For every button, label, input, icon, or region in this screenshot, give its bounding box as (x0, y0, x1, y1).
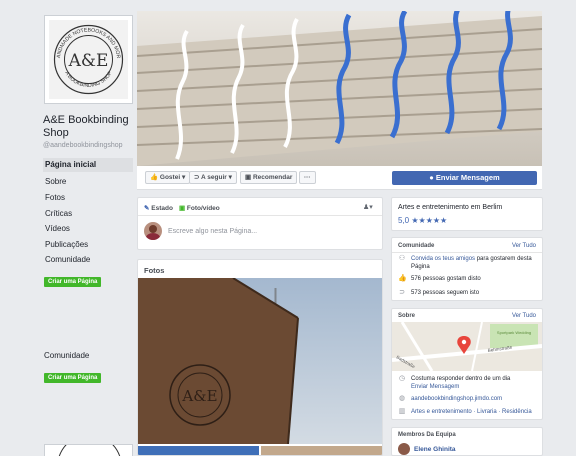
page-categories-link[interactable]: Artes e entretenimento · Livraria · Resi… (411, 408, 532, 416)
recommend-icon: ▣ (245, 174, 252, 181)
follow-button[interactable]: ⊃ A seguir ▾ (189, 171, 237, 184)
cover-photo[interactable] (137, 11, 542, 166)
recommend-button[interactable]: ▣ Recomendar (240, 171, 298, 184)
post-composer: ✎ Estado ▣ Foto/vídeo ♟▾ Escreve algo ne… (137, 197, 383, 250)
follow-label: A seguir (201, 174, 227, 181)
chevron-down-icon: ▾ (369, 204, 373, 211)
photo-icon: ▣ (178, 205, 186, 212)
follows-count: 573 pessoas seguem isto (411, 290, 480, 296)
community-card: Comunidade Ver Tudo ⚇ Convida os teus am… (391, 237, 543, 301)
featured-photo[interactable]: A&E (138, 278, 382, 444)
avatar[interactable] (398, 443, 410, 455)
thumbs-up-icon: 👍 (398, 275, 407, 282)
cover-image-book-spine (137, 11, 542, 166)
nav-community[interactable]: Comunidade (43, 253, 133, 267)
page-name[interactable]: A&E Bookbinding Shop (43, 114, 138, 140)
rss-icon: ⊃ (194, 174, 200, 181)
likes-count: 576 pessoas gostam disto (411, 276, 481, 282)
nav-about[interactable]: Sobre (43, 175, 133, 189)
photo-video-label: Foto/vídeo (186, 205, 220, 212)
rating-value: 5,0 (398, 216, 410, 225)
clock-icon: ◷ (398, 375, 406, 382)
team-members-card: Membros Da Equipa Elene Ghinita (391, 427, 543, 456)
community-title: Comunidade (398, 243, 435, 249)
chevron-down-icon: ▾ (228, 174, 232, 181)
send-message-link[interactable]: Enviar Mensagem (411, 384, 459, 390)
svg-text:A BOOKBINDING SHOP: A BOOKBINDING SHOP (63, 70, 113, 89)
team-title: Membros Da Equipa (398, 432, 456, 438)
sticky-logo-thumbnail[interactable] (44, 444, 133, 456)
messenger-icon: ● (429, 173, 434, 182)
divider (138, 215, 382, 216)
photos-section: Fotos A&E (137, 259, 383, 456)
nav-home[interactable]: Página inicial (43, 158, 133, 172)
photo-video-tab[interactable]: ▣ Foto/vídeo (179, 204, 220, 212)
logo-emblem: HANDMADE NOTEBOOKS AND MORE A BOOKBINDIN… (49, 20, 124, 95)
send-message-label: Enviar Mensagem (435, 173, 500, 182)
nav-reviews[interactable]: Críticas (43, 207, 133, 221)
send-message-button[interactable]: ● Enviar Mensagem (392, 171, 537, 185)
invite-friends-link[interactable]: Convida os teus amigos (411, 256, 475, 262)
rating[interactable]: 5,0 ★★★★★ (398, 216, 447, 225)
logo: HANDMADE NOTEBOOKS AND MORE A BOOKBINDIN… (49, 20, 128, 99)
divider (392, 252, 542, 253)
composer-input[interactable]: Escreve algo nesta Página... (168, 228, 257, 235)
about-title: Sobre (398, 313, 416, 319)
like-button[interactable]: 👍 Gostei ▾ (145, 171, 191, 184)
team-member-name[interactable]: Elene Ghinita (414, 446, 456, 453)
nav-videos[interactable]: Vídeos (43, 222, 133, 236)
invite-friends-icon: ⚇ (398, 255, 406, 262)
rss-icon: ⊃ (399, 289, 405, 296)
photo-thumbnail[interactable] (138, 446, 259, 455)
thumbs-up-icon: 👍 (150, 174, 159, 181)
globe-icon: ◍ (398, 395, 406, 402)
about-card: Sobre Ver Tudo Sportpark Wedding Badstra… (391, 308, 543, 420)
notebook-photo: A&E (138, 278, 382, 444)
page-info-card: Artes e entretenimento em Berlim 5,0 ★★★… (391, 197, 543, 231)
nav-posts[interactable]: Publicações (43, 238, 133, 252)
page-profile-picture[interactable]: HANDMADE NOTEBOOKS AND MORE A BOOKBINDIN… (44, 15, 133, 104)
photos-title: Fotos (144, 266, 165, 275)
about-see-all-link[interactable]: Ver Tudo (512, 313, 536, 319)
page-handle: @aandebookbindingshop (43, 142, 123, 149)
logo-ring-bottom: A BOOKBINDING SHOP (63, 70, 113, 89)
location-map[interactable]: Sportpark Wedding Badstraße Behmstraße (392, 322, 542, 371)
post-as-selector[interactable]: ♟▾ (363, 203, 373, 211)
website-link[interactable]: aandebookbindingshop.jimdo.com (411, 395, 502, 403)
create-page-button-secondary[interactable]: Criar uma Página (44, 373, 102, 383)
logo-emblem-small (58, 445, 121, 456)
logo-center-text: A&E (68, 51, 109, 71)
recommend-label: Recomendar (252, 174, 293, 181)
avatar (144, 222, 162, 240)
page-category: Artes e entretenimento em Berlim (398, 204, 503, 211)
community-see-all-link[interactable]: Ver Tudo (512, 243, 536, 249)
photo-thumbnail[interactable] (261, 446, 382, 455)
map-park-label: Sportpark Wedding (497, 330, 531, 335)
notebook-stamp-text: A&E (181, 387, 217, 405)
map-image: Sportpark Wedding Badstraße Behmstraße (392, 322, 542, 371)
status-tab[interactable]: ✎ Estado (144, 204, 173, 212)
create-page-button[interactable]: Criar uma Página (44, 277, 102, 287)
chevron-down-icon: ▾ (181, 174, 186, 181)
like-label: Gostei (159, 174, 181, 181)
status-label: Estado (151, 205, 173, 212)
star-rating-icon: ★★★★★ (411, 216, 448, 225)
more-button[interactable]: ··· (299, 171, 316, 184)
response-time: Costuma responder dentro de um dia (411, 376, 511, 382)
pencil-icon: ✎ (144, 205, 150, 212)
nav-photos[interactable]: Fotos (43, 191, 133, 205)
community-label: Comunidade (44, 351, 90, 360)
page-action-bar: 👍 Gostei ▾ ⊃ A seguir ▾ ▣ Recomendar ···… (137, 166, 542, 190)
building-icon: ▥ (398, 408, 406, 415)
